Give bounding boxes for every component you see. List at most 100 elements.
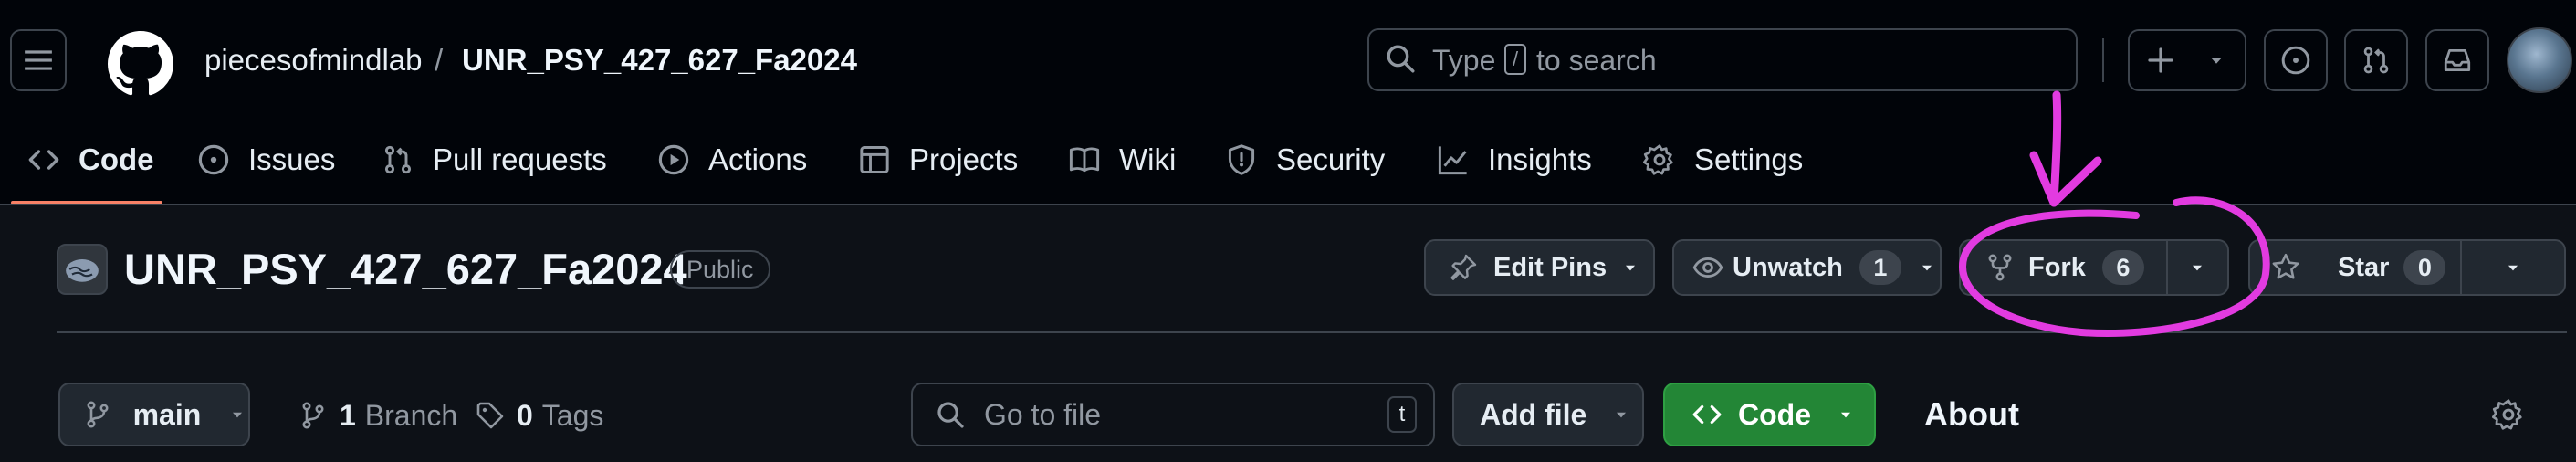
table-icon (856, 142, 893, 178)
triangle-down-icon (1835, 406, 1857, 423)
plus-icon (2144, 44, 2177, 77)
search-placeholder-text-end: to search (1536, 44, 1657, 77)
play-icon (655, 142, 692, 178)
tab-insights[interactable]: Insights (1435, 137, 1592, 183)
triangle-down-icon (1916, 252, 1938, 283)
eye-icon (1692, 252, 1723, 283)
repo-title[interactable]: UNR_PSY_427_627_Fa2024 (124, 242, 687, 297)
hamburger-menu-button[interactable] (10, 29, 67, 91)
tab-label: Security (1276, 142, 1386, 176)
search-icon (935, 399, 966, 430)
tab-label: Issues (248, 142, 336, 176)
github-logo-icon[interactable] (108, 31, 173, 97)
tab-label: Pull requests (433, 142, 607, 176)
branch-count: 1 (340, 398, 356, 432)
fork-dropdown-button[interactable] (2168, 239, 2228, 296)
tab-label: Projects (909, 142, 1019, 176)
issue-opened-icon (195, 142, 232, 178)
fork-button[interactable]: Fork 6 (1961, 239, 2168, 296)
tab-label: Actions (708, 142, 808, 176)
tab-actions[interactable]: Actions (655, 137, 807, 183)
tag-label: Tags (541, 398, 604, 432)
breadcrumb-separator: / (435, 43, 444, 77)
tab-projects[interactable]: Projects (856, 137, 1018, 183)
unwatch-label: Unwatch (1733, 252, 1843, 282)
search-shortcut-key: / (1504, 44, 1526, 75)
about-heading: About (1924, 395, 2019, 433)
tab-label: Insights (1488, 142, 1592, 176)
repo-owner-avatar[interactable] (57, 244, 108, 295)
tag-count: 0 (517, 398, 533, 432)
tab-code[interactable]: Code (26, 137, 154, 183)
triangle-down-icon (2497, 252, 2529, 283)
add-file-label: Add file (1480, 397, 1587, 431)
go-to-file-input[interactable]: Go to file (911, 383, 1435, 446)
triangle-down-icon (226, 406, 248, 423)
star-label: Star (2338, 252, 2390, 282)
branch-name: main (132, 397, 202, 431)
git-pull-request-icon (2361, 45, 2392, 76)
tab-label: Settings (1694, 142, 1804, 176)
tab-settings[interactable]: Settings (1641, 137, 1803, 183)
breadcrumb-repo-link[interactable]: UNR_PSY_427_627_Fa2024 (462, 40, 857, 80)
notifications-inbox-button[interactable] (2425, 29, 2489, 91)
graph-icon (1435, 142, 1471, 178)
your-pull-requests-button[interactable] (2344, 29, 2408, 91)
fork-label: Fork (2028, 252, 2086, 282)
inbox-icon (2442, 45, 2473, 76)
unwatch-button[interactable]: Unwatch 1 (1672, 239, 1942, 296)
visibility-badge: Public (670, 250, 770, 289)
code-button-label: Code (1738, 397, 1811, 431)
git-branch-icon (298, 400, 329, 431)
header-divider (2102, 38, 2104, 82)
user-avatar[interactable] (2507, 27, 2572, 93)
watchers-count: 1 (1859, 250, 1901, 285)
git-pull-request-icon (380, 142, 416, 178)
edit-pins-button[interactable]: Edit Pins (1424, 239, 1655, 296)
star-icon (2270, 252, 2301, 283)
stars-count: 0 (2403, 250, 2446, 285)
go-to-file-placeholder: Go to file (984, 397, 1102, 431)
star-button[interactable]: Star 0 (2250, 239, 2462, 296)
forks-count: 6 (2101, 250, 2144, 285)
tab-label: Code (79, 142, 154, 176)
add-file-button[interactable]: Add file (1452, 383, 1644, 446)
breadcrumb-owner-link[interactable]: piecesofmindlab (204, 40, 422, 80)
star-dropdown-button[interactable] (2462, 239, 2564, 296)
tab-security[interactable]: Security (1223, 137, 1385, 183)
nav-border (0, 204, 2576, 205)
branch-label: Branch (364, 398, 458, 432)
triangle-down-icon (1619, 252, 1641, 283)
code-button[interactable]: Code (1663, 383, 1876, 446)
code-icon (26, 142, 62, 178)
gear-icon (1641, 142, 1678, 178)
triangle-down-icon (2182, 252, 2213, 283)
pin-icon (1448, 252, 1479, 283)
tab-label: Wiki (1119, 142, 1177, 176)
tab-issues[interactable]: Issues (195, 137, 335, 183)
issue-opened-icon (2280, 45, 2311, 76)
triangle-down-icon (2203, 46, 2230, 75)
gear-icon[interactable] (2490, 396, 2527, 433)
your-issues-button[interactable] (2264, 29, 2328, 91)
title-divider (57, 331, 2567, 333)
go-to-file-shortcut-key: t (1387, 396, 1417, 433)
tag-icon (475, 400, 506, 431)
tags-link[interactable]: 0 Tags (475, 394, 603, 436)
repo-forked-icon (1984, 252, 2016, 283)
star-button-group: Star 0 (2248, 239, 2566, 296)
triangle-down-icon (1610, 406, 1632, 423)
tab-pull-requests[interactable]: Pull requests (380, 137, 607, 183)
book-icon (1066, 142, 1103, 178)
search-placeholder-text: Type (1432, 44, 1496, 77)
branch-selector-button[interactable]: main (58, 383, 250, 446)
code-icon (1691, 398, 1723, 431)
hamburger-menu-icon (23, 45, 54, 76)
branches-link[interactable]: 1 Branch (298, 394, 457, 436)
create-new-button[interactable] (2128, 29, 2246, 91)
tab-wiki[interactable]: Wiki (1066, 137, 1176, 183)
search-icon (1384, 42, 1417, 75)
git-branch-icon (82, 399, 113, 430)
shield-icon (1223, 142, 1260, 178)
fork-button-group: Fork 6 (1959, 239, 2229, 296)
